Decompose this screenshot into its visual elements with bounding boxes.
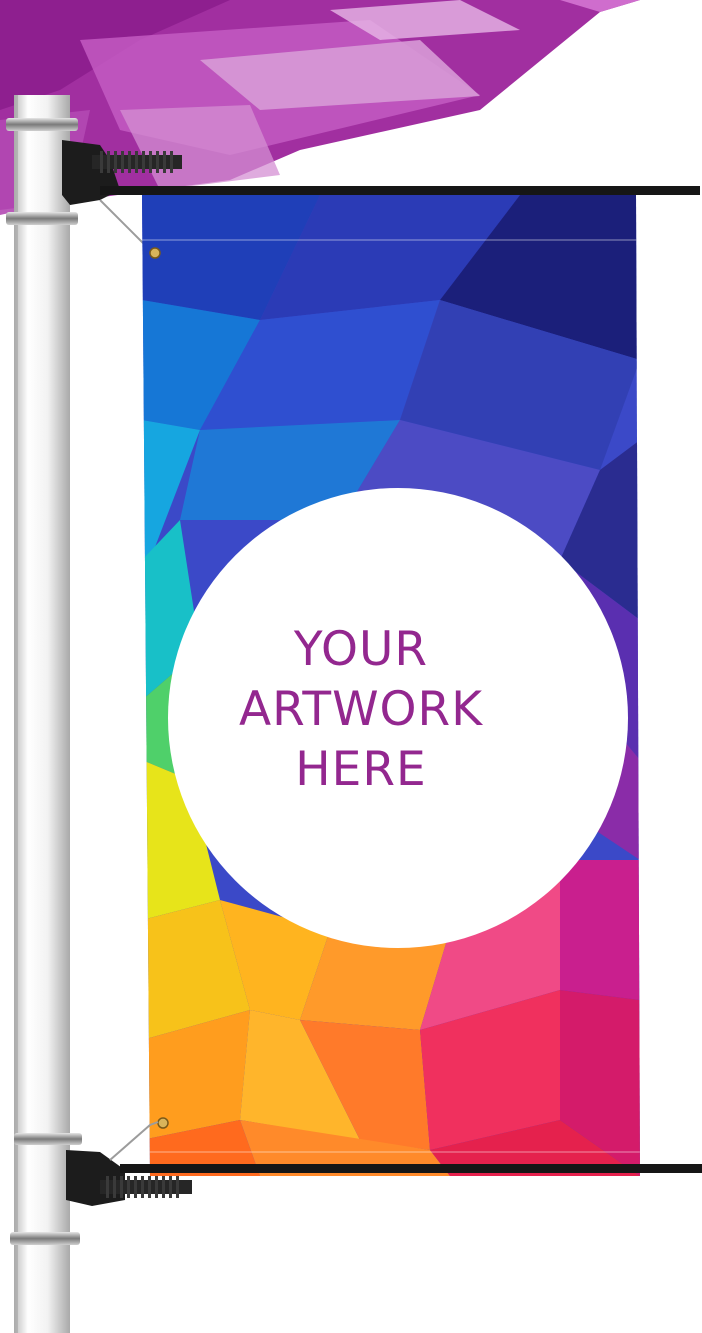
grommet-icon	[157, 1117, 169, 1129]
headline-line-2: ARTWORK	[238, 682, 484, 737]
headline-line-1: YOUR	[293, 622, 429, 677]
street-pole	[14, 95, 70, 1333]
artwork-headline: YOUR ARTWORK HERE	[236, 620, 486, 800]
headline-line-3: HERE	[295, 742, 427, 797]
grommet-icon	[149, 247, 161, 259]
